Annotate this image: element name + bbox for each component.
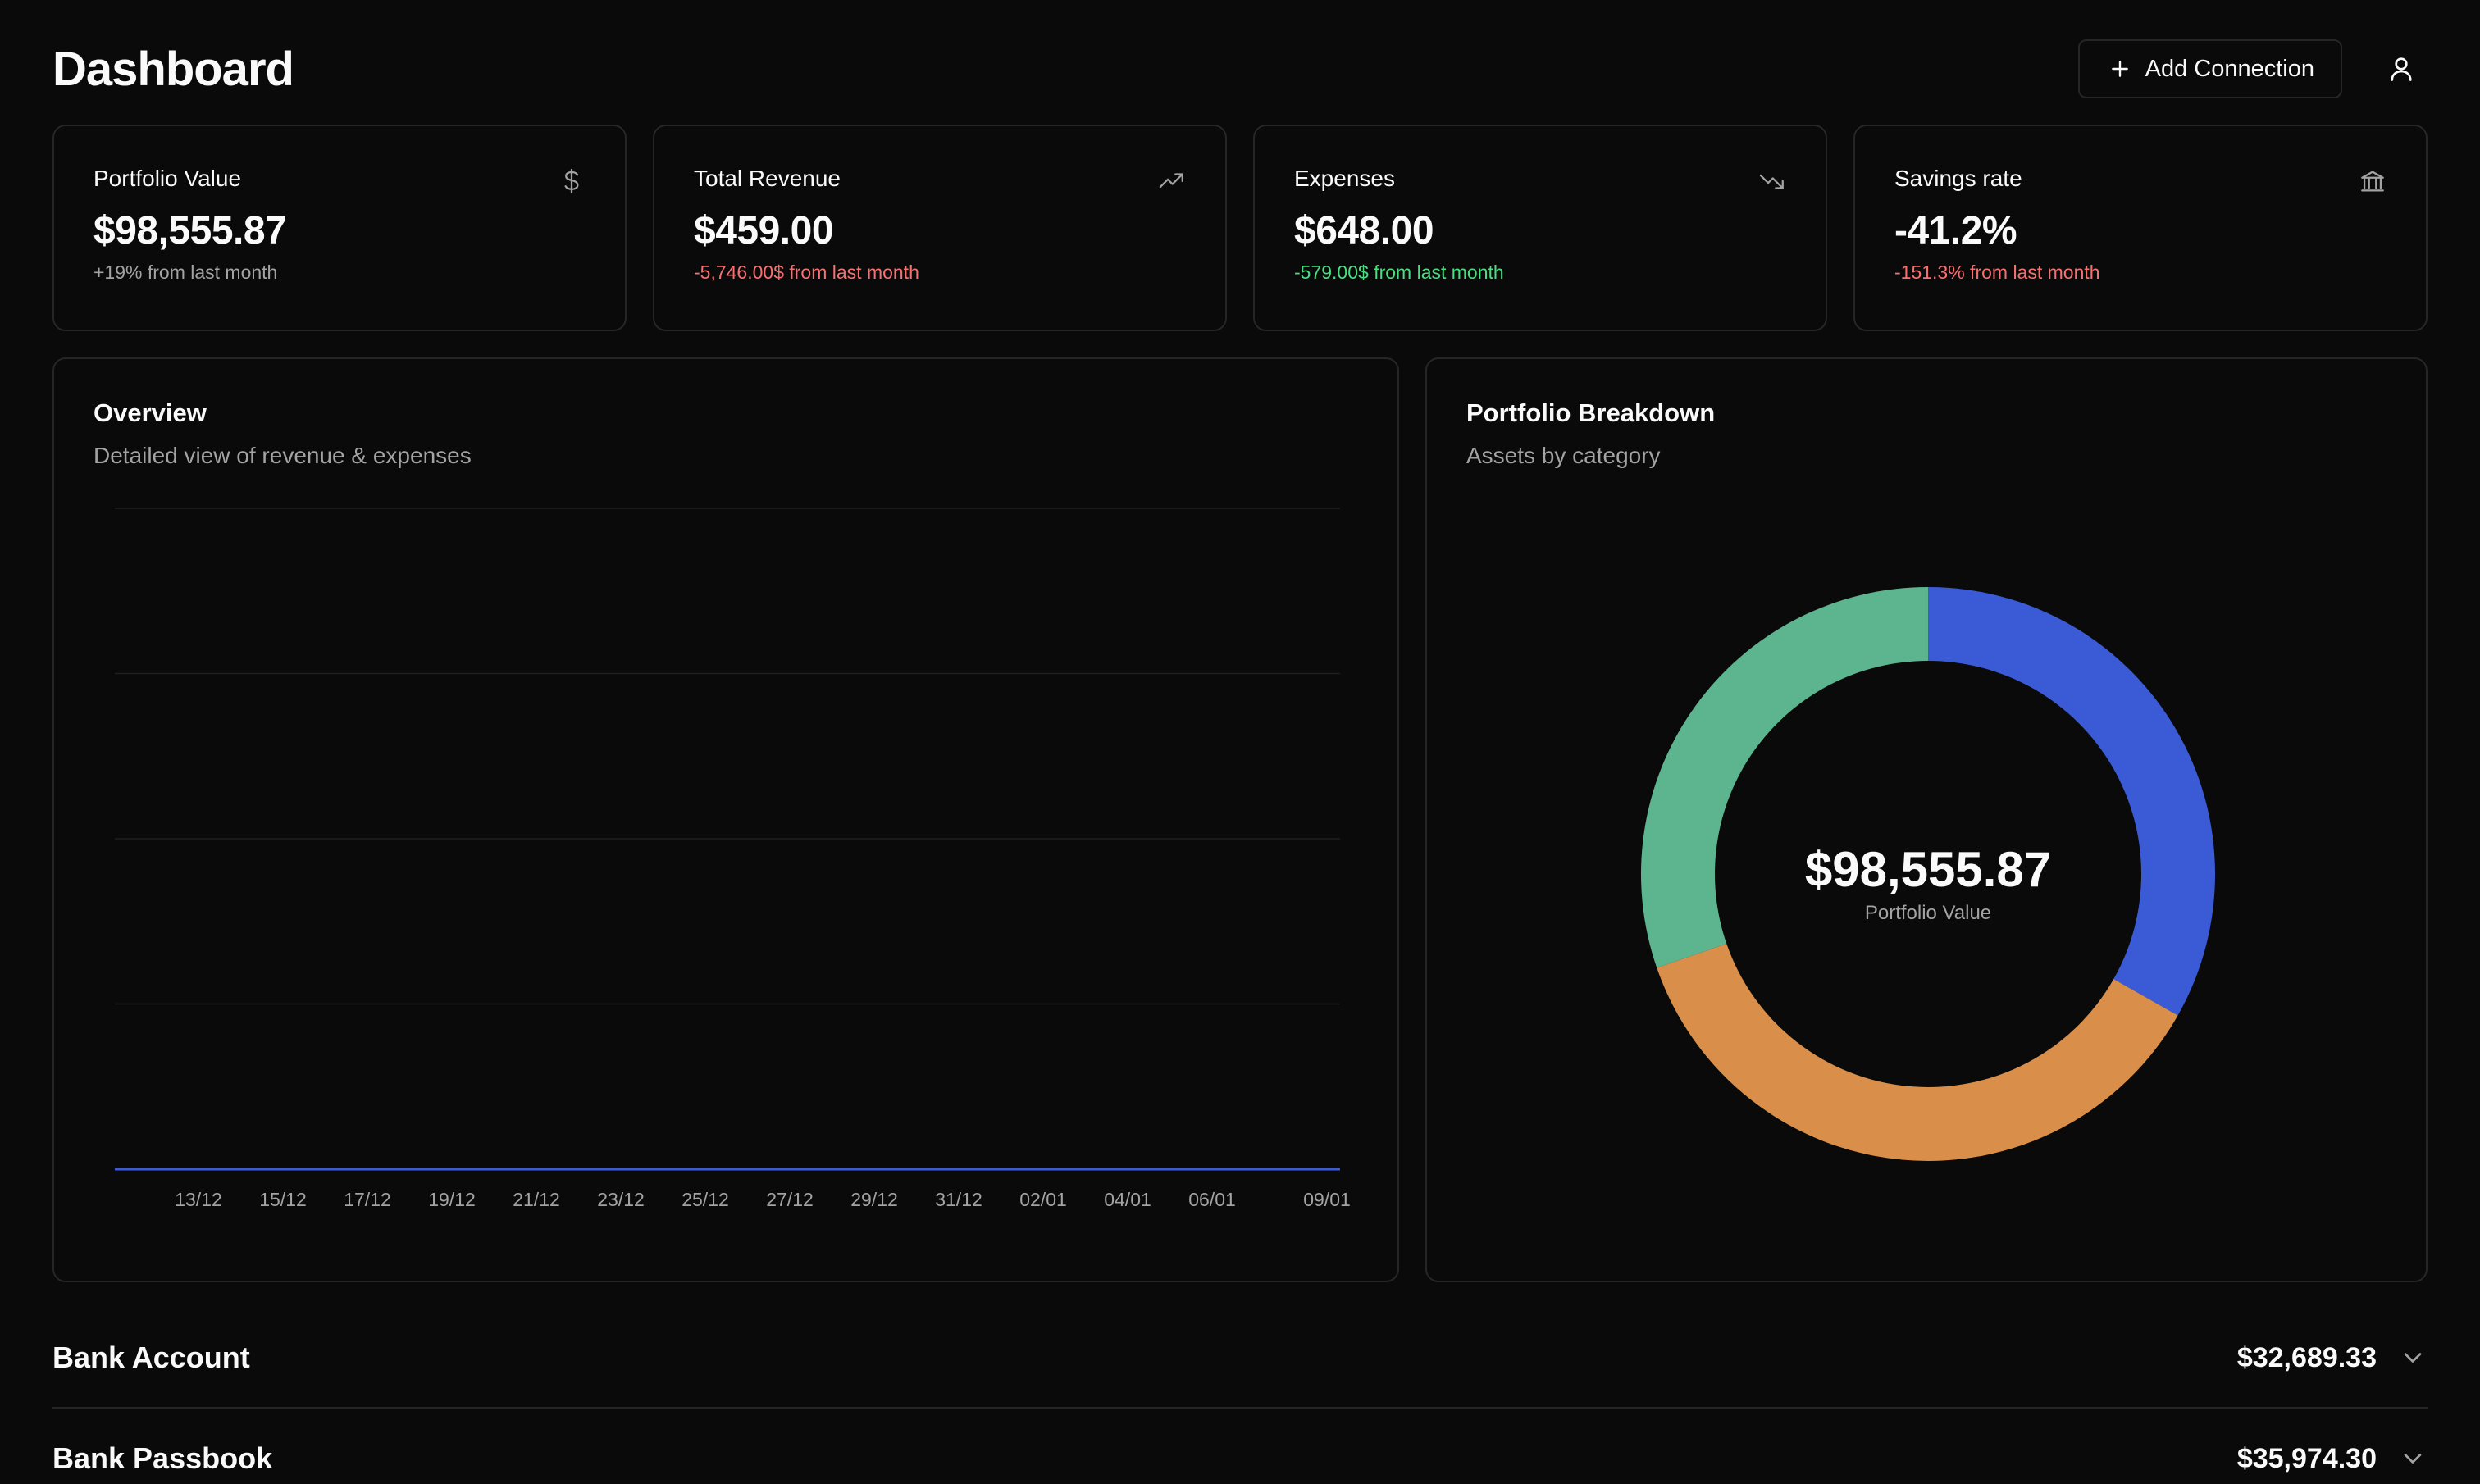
x-tick-label: 02/01 <box>1019 1189 1067 1210</box>
portfolio-title: Portfolio Breakdown <box>1466 398 1716 427</box>
x-tick-label: 31/12 <box>935 1189 982 1210</box>
card-value: $648.00 <box>1294 209 1434 253</box>
x-tick-label: 04/01 <box>1104 1189 1151 1210</box>
x-tick-label: 06/01 <box>1188 1189 1236 1210</box>
donut-center-value: $98,555.87 <box>1804 842 2052 897</box>
portfolio-donut-chart <box>1641 587 2215 1161</box>
account-right: $32,689.33 <box>2237 1342 2428 1374</box>
accounts-list: Bank Account $32,689.33 Bank Passbook $3… <box>52 1309 2428 1484</box>
x-tick-label: 25/12 <box>682 1189 729 1210</box>
user-menu-button[interactable] <box>2375 43 2428 95</box>
card-delta: +19% from last month <box>93 262 278 283</box>
header: Dashboard Add Connection <box>52 36 2428 102</box>
add-connection-button[interactable]: Add Connection <box>2077 39 2342 98</box>
user-icon <box>2391 57 2412 81</box>
account-right: $35,974.30 <box>2237 1443 2428 1475</box>
header-actions: Add Connection <box>2077 39 2428 98</box>
donut-slice[interactable] <box>1657 943 2178 1161</box>
account-amount: $35,974.30 <box>2236 1442 2377 1474</box>
account-name: Bank Account <box>52 1341 250 1374</box>
chevron-down-icon[interactable] <box>2398 1343 2428 1372</box>
x-tick-label: 17/12 <box>344 1189 391 1210</box>
x-tick-label: 15/12 <box>259 1189 307 1210</box>
card-label: Portfolio Value <box>93 166 242 191</box>
card-value: $98,555.87 <box>93 209 287 253</box>
card-label: Expenses <box>1294 166 1395 191</box>
account-name: Bank Passbook <box>52 1441 273 1475</box>
card-portfolio-value: Portfolio Value $98,555.87 +19% from las… <box>52 125 627 331</box>
account-row-bank-account[interactable]: Bank Account $32,689.33 <box>52 1309 2428 1409</box>
donut-chart-area: $98,555.87 Portfolio Value <box>1427 359 2429 1284</box>
overview-panel: 13/12 15/12 17/12 19/12 21/12 23/12 25/12 27/12… <box>52 357 1399 1282</box>
donut-center-label: Portfolio Value <box>1864 902 1992 924</box>
card-value: $459.00 <box>694 209 834 253</box>
stat-cards: Portfolio Value $98,555.87 +19% from las… <box>52 125 2428 331</box>
page-title: Dashboard <box>52 42 294 96</box>
dollar-icon <box>564 168 579 194</box>
card-savings-rate: Savings rate -41.2% -151.3% from last mo… <box>1853 125 2428 331</box>
chevron-down-icon[interactable] <box>2398 1444 2428 1473</box>
card-delta: -5,746.00$ from last month <box>694 262 919 283</box>
x-tick-label: 13/12 <box>175 1189 222 1210</box>
x-tick-label: 19/12 <box>428 1189 476 1210</box>
card-label: Savings rate <box>1894 166 2022 191</box>
dashboard-page: Dashboard Add Connection Portfolio Value <box>0 0 2480 1484</box>
overview-chart: 13/12 15/12 17/12 19/12 21/12 23/12 25/12 27/12… <box>115 508 1351 1210</box>
bank-icon <box>2361 171 2384 192</box>
trending-down-icon <box>1759 174 1784 189</box>
add-connection-label: Add Connection <box>2145 55 2314 82</box>
card-delta: -579.00$ from last month <box>1294 262 1504 283</box>
card-delta: -151.3% from last month <box>1894 262 2100 283</box>
x-tick-label: 21/12 <box>513 1189 560 1210</box>
account-row-bank-passbook[interactable]: Bank Passbook $35,974.30 <box>52 1409 2428 1484</box>
portfolio-subtitle: Assets by category <box>1466 443 1661 468</box>
plus-icon <box>2111 61 2128 77</box>
x-tick-label: 09/01 <box>1303 1189 1351 1210</box>
card-expenses: Expenses $648.00 -579.00$ from last mont… <box>1253 125 1827 331</box>
portfolio-panel: $98,555.87 Portfolio Value Portfolio Bre… <box>1425 357 2428 1282</box>
trending-up-icon <box>1159 173 1183 189</box>
card-total-revenue: Total Revenue $459.00 -5,746.00$ from la… <box>653 125 1227 331</box>
card-value: -41.2% <box>1894 209 2017 253</box>
account-amount: $32,689.33 <box>2236 1341 2377 1373</box>
x-tick-label: 27/12 <box>766 1189 814 1210</box>
donut-slice[interactable] <box>1928 587 2215 1016</box>
x-tick-label: 23/12 <box>597 1189 645 1210</box>
card-label: Total Revenue <box>694 166 841 191</box>
x-tick-label: 29/12 <box>850 1189 898 1210</box>
